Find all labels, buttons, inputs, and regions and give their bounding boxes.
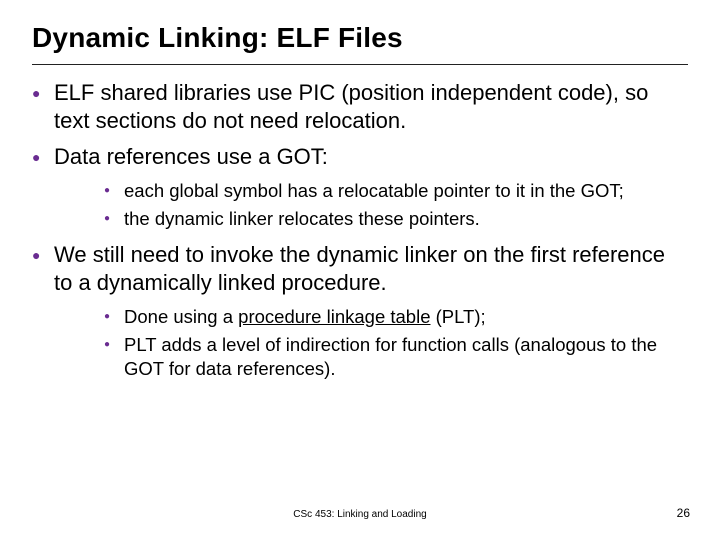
title-rule <box>32 64 688 65</box>
list-item: ● each global symbol has a relocatable p… <box>104 179 688 203</box>
text-fragment: (PLT); <box>431 306 486 327</box>
text-fragment: Done using a <box>124 306 238 327</box>
bullet-icon: ● <box>104 305 124 329</box>
bullet-text: PLT adds a level of indirection for func… <box>124 333 688 381</box>
bullet-text: the dynamic linker relocates these point… <box>124 207 480 231</box>
list-item: ● Data references use a GOT: <box>32 143 688 171</box>
list-item: ● Done using a procedure linkage table (… <box>104 305 688 329</box>
bullet-list: ● ELF shared libraries use PIC (position… <box>32 79 688 171</box>
sub-bullet-list: ● Done using a procedure linkage table (… <box>104 305 688 381</box>
slide-title: Dynamic Linking: ELF Files <box>32 22 688 54</box>
list-item: ● We still need to invoke the dynamic li… <box>32 241 688 297</box>
bullet-icon: ● <box>32 79 54 107</box>
bullet-text: ELF shared libraries use PIC (position i… <box>54 79 688 135</box>
slide: Dynamic Linking: ELF Files ● ELF shared … <box>0 0 720 540</box>
page-number: 26 <box>677 506 690 520</box>
bullet-text: Done using a procedure linkage table (PL… <box>124 305 486 329</box>
bullet-text: Data references use a GOT: <box>54 143 328 171</box>
bullet-icon: ● <box>104 179 124 203</box>
underlined-term: procedure linkage table <box>238 306 430 327</box>
bullet-icon: ● <box>32 241 54 269</box>
bullet-icon: ● <box>104 333 124 357</box>
list-item: ● the dynamic linker relocates these poi… <box>104 207 688 231</box>
bullet-text: each global symbol has a relocatable poi… <box>124 179 624 203</box>
bullet-icon: ● <box>104 207 124 231</box>
footer-course: CSc 453: Linking and Loading <box>0 509 720 520</box>
list-item: ● PLT adds a level of indirection for fu… <box>104 333 688 381</box>
sub-bullet-list: ● each global symbol has a relocatable p… <box>104 179 688 231</box>
bullet-list: ● We still need to invoke the dynamic li… <box>32 241 688 297</box>
bullet-text: We still need to invoke the dynamic link… <box>54 241 688 297</box>
list-item: ● ELF shared libraries use PIC (position… <box>32 79 688 135</box>
bullet-icon: ● <box>32 143 54 171</box>
